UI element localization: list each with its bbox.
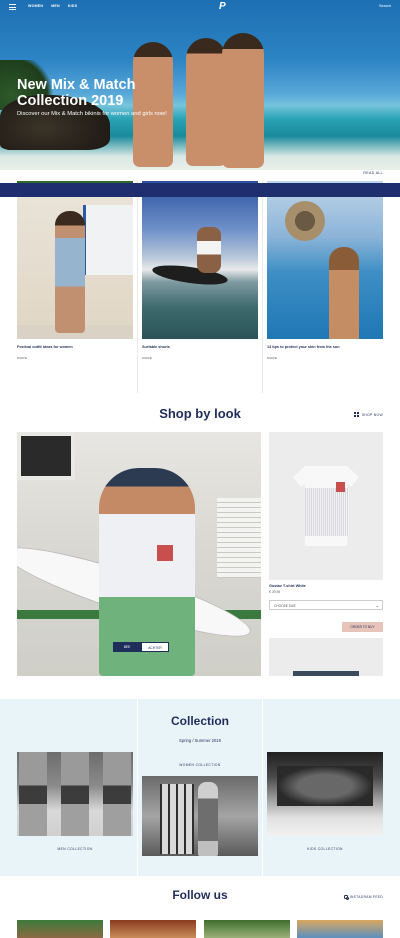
divider — [137, 181, 138, 393]
image-window — [17, 432, 75, 480]
shop-now-label: Shop now — [361, 412, 383, 417]
look-toggle: Bee Achter — [113, 642, 169, 652]
nav-link-women[interactable]: Women — [28, 4, 43, 8]
image-surfer — [197, 227, 221, 273]
page: Women Men Kids P Search New Mix & Match … — [0, 0, 400, 938]
logo-icon[interactable]: P — [219, 2, 227, 12]
instagram-icon — [343, 895, 349, 900]
image-cave — [277, 766, 373, 806]
look-button-front[interactable]: Bee — [113, 642, 141, 652]
image-model — [19, 752, 47, 836]
instagram-link[interactable]: Instagram Feed — [343, 895, 383, 900]
instagram-post[interactable] — [110, 920, 196, 938]
image-pocket — [157, 545, 173, 561]
article-more-link[interactable]: More — [267, 356, 277, 360]
hero-banner[interactable]: Women Men Kids P Search New Mix & Match … — [0, 0, 400, 170]
hero-title: New Mix & Match Collection 2019 — [17, 77, 136, 109]
instagram-post[interactable] — [17, 920, 103, 938]
hero-model — [222, 33, 264, 168]
article-image[interactable] — [17, 181, 133, 339]
main-nav: Women Men Kids — [28, 4, 77, 8]
image-model — [198, 782, 218, 856]
image-model — [61, 752, 89, 836]
women-collection-image[interactable] — [142, 776, 258, 856]
image-person — [55, 211, 85, 333]
product-image — [293, 671, 359, 676]
shop-by-look-title: Shop by look — [159, 406, 241, 421]
search-link[interactable]: Search — [379, 4, 391, 8]
add-to-cart-button[interactable]: Order to buy — [342, 622, 383, 632]
grid-icon — [353, 412, 359, 417]
look-button-back[interactable]: Achter — [141, 642, 169, 652]
article-title[interactable]: 13 tips to protect your skin from the su… — [267, 345, 340, 349]
image-model — [103, 752, 131, 836]
look-image[interactable] — [17, 432, 261, 676]
top-navigation: Women Men Kids P Search — [0, 0, 400, 14]
hero-subtitle: Discover our Mix & Match bikinis for wom… — [17, 111, 167, 117]
women-collection-link[interactable]: Women collection — [142, 763, 258, 767]
instagram-post[interactable] — [204, 920, 290, 938]
nav-link-kids[interactable]: Kids — [68, 4, 77, 8]
size-select[interactable]: Choose size ⌄ — [269, 600, 383, 610]
article-more-link[interactable]: More — [142, 356, 152, 360]
image-door — [160, 784, 194, 854]
shop-now-link[interactable]: Shop now — [353, 412, 383, 417]
collection-title: Collection — [170, 714, 229, 728]
size-select-placeholder: Choose size — [274, 604, 296, 608]
article-image[interactable] — [267, 181, 383, 339]
product-card[interactable] — [269, 432, 383, 580]
follow-us-title: Follow us — [172, 888, 228, 902]
product-pocket — [336, 482, 345, 492]
image-vent — [217, 498, 261, 578]
product-price: € 39,95 — [269, 590, 281, 594]
article-title[interactable]: Surfable shorts — [142, 345, 170, 349]
instagram-label: Instagram Feed — [349, 895, 383, 899]
image-hat — [285, 201, 325, 241]
kids-collection-link[interactable]: Kids collection — [267, 847, 383, 851]
blog-articles: Festival outfit ideas for women More Sur… — [0, 181, 400, 393]
men-collection-link[interactable]: Men collection — [17, 847, 133, 851]
collection-season: Spring / Summer 2019 — [179, 738, 221, 743]
product-name[interactable]: Gustav T-shirt White — [269, 584, 306, 588]
chevron-down-icon: ⌄ — [375, 603, 379, 608]
article-card[interactable]: 13 tips to protect your skin from the su… — [267, 181, 383, 393]
image-woman — [329, 247, 359, 339]
kids-collection-image[interactable] — [267, 752, 383, 836]
hero-model — [186, 38, 226, 166]
nav-link-men[interactable]: Men — [51, 4, 60, 8]
read-all-link[interactable]: Read all — [363, 171, 383, 175]
article-title[interactable]: Festival outfit ideas for women — [17, 345, 73, 349]
men-collection-image[interactable] — [17, 752, 133, 836]
article-image[interactable] — [142, 181, 258, 339]
menu-icon[interactable] — [9, 4, 16, 10]
instagram-post[interactable] — [297, 920, 383, 938]
image-sign — [83, 205, 133, 275]
product-card[interactable] — [269, 638, 383, 676]
divider — [262, 181, 263, 393]
article-card[interactable]: Festival outfit ideas for women More — [17, 181, 133, 393]
article-card[interactable]: Surfable shorts More — [142, 181, 258, 393]
article-more-link[interactable]: More — [17, 356, 27, 360]
product-stripes — [305, 488, 349, 536]
brand-stripe — [0, 183, 400, 197]
